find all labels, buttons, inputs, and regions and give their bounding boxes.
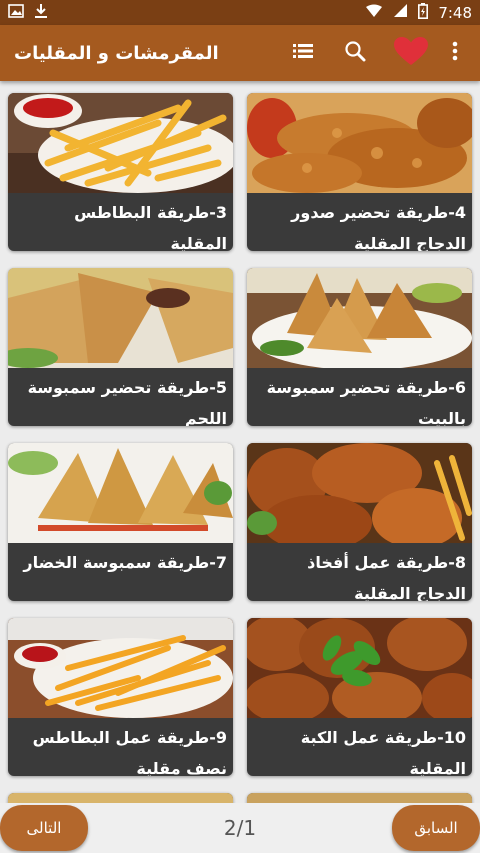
previous-button[interactable]: السابق [392,805,480,851]
app-title: المقرمشات و المقليات [14,42,219,64]
recipe-title: 7-طريقة سمبوسة الخضار [23,553,227,572]
next-button[interactable]: التالى [0,805,88,851]
wifi-icon [365,3,383,22]
recipe-image [247,618,472,718]
list-button[interactable] [278,33,328,73]
recipe-image [247,268,472,368]
image-icon [8,3,24,22]
list-icon [293,43,313,63]
recipe-image [8,618,233,718]
recipe-image [8,93,233,193]
page-indicator: 2/1 [223,816,257,840]
signal-icon [393,3,408,22]
recipe-card[interactable]: 7-طريقة سمبوسة الخضار [8,443,233,601]
heart-icon [393,36,429,70]
recipe-image [247,443,472,543]
recipe-image [247,793,472,803]
recipe-card[interactable]: 10-طريقة عمل الكبة المقلية [247,618,472,776]
recipe-image [8,443,233,543]
recipe-card[interactable]: 4-طريقة تحضير صدور الدجاج المقلية [247,93,472,251]
recipe-title: 8-طريقة عمل أفخاذ الدجاج المقلية [307,553,466,601]
status-bar: 7:48 [0,0,480,25]
recipe-grid: 3-طريقة البطاطس المقلية 4-طريقة تحضير صد… [0,81,480,803]
app-bar: المقرمشات و المقليات [0,25,480,81]
favorites-button[interactable] [382,33,440,73]
recipe-title: 9-طريقة عمل البطاطس نصف مقلية [32,728,227,776]
battery-icon [418,2,429,23]
recipe-card[interactable]: 8-طريقة عمل أفخاذ الدجاج المقلية [247,443,472,601]
recipe-title: 3-طريقة البطاطس المقلية [74,203,227,251]
status-time: 7:48 [438,3,472,22]
recipe-title: 6-طريقة تحضير سمبوسة بالبيت [266,378,466,426]
recipe-card[interactable] [247,793,472,803]
recipe-image [8,268,233,368]
pagination-bar: التالى 2/1 السابق [0,803,480,853]
more-options-button[interactable] [440,33,470,73]
download-icon [34,3,48,23]
recipe-title: 4-طريقة تحضير صدور الدجاج المقلية [291,203,466,251]
recipe-card[interactable] [8,793,233,803]
recipe-image [247,93,472,193]
more-vert-icon [452,41,458,65]
recipe-card[interactable]: 6-طريقة تحضير سمبوسة بالبيت [247,268,472,426]
recipe-card[interactable]: 3-طريقة البطاطس المقلية [8,93,233,251]
recipe-image [8,793,233,803]
recipe-card[interactable]: 5-طريقة تحضير سمبوسة اللحم [8,268,233,426]
recipe-title: 5-طريقة تحضير سمبوسة اللحم [27,378,227,426]
search-icon [344,40,366,66]
recipe-card[interactable]: 9-طريقة عمل البطاطس نصف مقلية [8,618,233,776]
recipe-title: 10-طريقة عمل الكبة المقلية [300,728,466,776]
search-button[interactable] [328,33,382,73]
